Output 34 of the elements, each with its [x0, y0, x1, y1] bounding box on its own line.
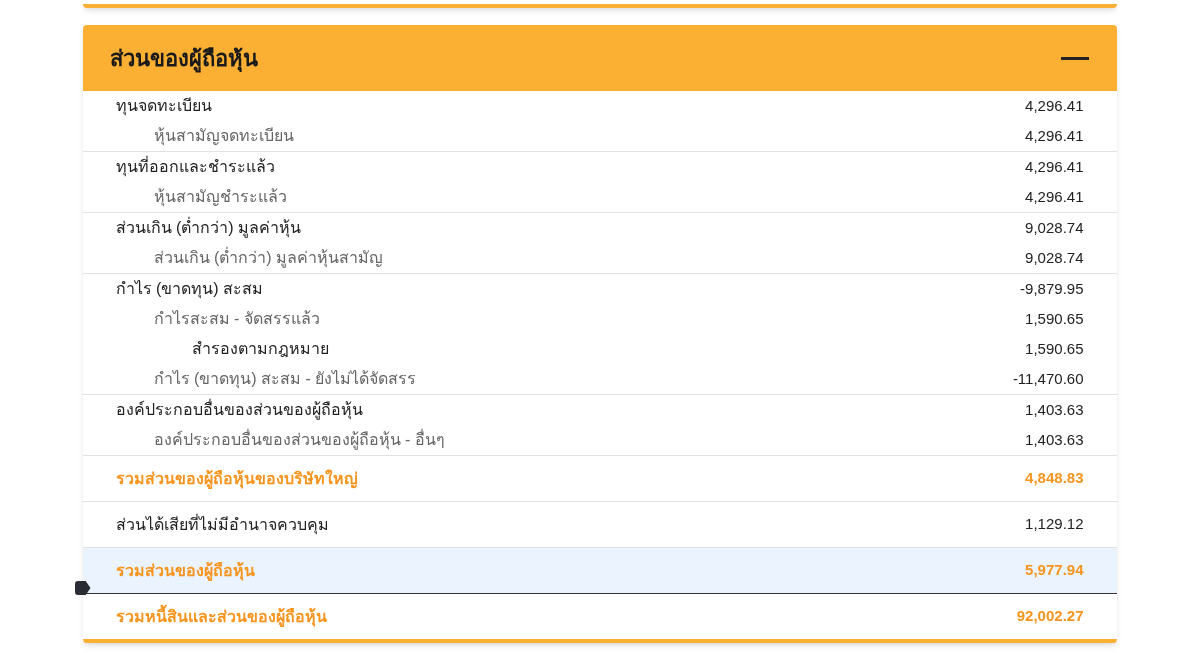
row-value: 5,977.94 [1025, 560, 1084, 581]
row-value: 1,590.65 [1025, 308, 1084, 329]
row-label: หุ้นสามัญชำระแล้ว [152, 187, 287, 209]
row-value: 1,403.63 [1025, 429, 1084, 450]
row-label: ส่วนเกิน (ต่ำกว่า) มูลค่าหุ้น [114, 216, 302, 240]
row-value: 4,296.41 [1025, 95, 1084, 116]
row-value: 4,296.41 [1025, 156, 1084, 177]
row-label: องค์ประกอบอื่นของส่วนของผู้ถือหุ้น [114, 398, 363, 422]
panel-title: ส่วนของผู้ถือหุ้น [109, 44, 258, 75]
drag-handle-icon[interactable] [74, 581, 91, 595]
row-value: 4,296.41 [1025, 186, 1084, 207]
row-label: ทุนที่ออกและชำระแล้ว [114, 155, 275, 179]
row-label: ส่วนได้เสียที่ไม่มีอำนาจควบคุม [115, 513, 329, 537]
row-label: รวมส่วนของผู้ถือหุ้น [115, 560, 255, 583]
row-label: กำไรสะสม - จัดสรรแล้ว [152, 309, 320, 329]
row-label: องค์ประกอบอื่นของส่วนของผู้ถือหุ้น - อื่นๆ [152, 428, 445, 452]
row-label: กำไร (ขาดทุน) สะสม [114, 279, 264, 301]
row-label: รวมส่วนของผู้ถือหุ้นของบริษัทใหญ่ [115, 468, 358, 491]
row-value: 4,296.41 [1025, 125, 1084, 146]
row-value: 1,129.12 [1025, 514, 1084, 535]
row-label: กำไร (ขาดทุน) สะสม - ยังไม่ได้จัดสรร [152, 369, 417, 391]
row-label: สำรองตามกฎหมาย [190, 339, 329, 359]
row-value: 9,028.74 [1025, 217, 1084, 238]
row-value: -11,470.60 [1012, 368, 1084, 389]
row-label: หุ้นสามัญจดทะเบียน [152, 126, 294, 148]
row-value: 9,028.74 [1025, 247, 1084, 268]
row-label: รวมหนี้สินและส่วนของผู้ถือหุ้น [115, 604, 327, 629]
row-value: 4,848.83 [1025, 468, 1084, 489]
row-value: 92,002.27 [1016, 606, 1084, 627]
row-value: 1,590.65 [1025, 338, 1084, 359]
row-label: ทุนจดทะเบียน [114, 96, 212, 118]
row-value: 1,403.63 [1025, 399, 1084, 420]
row-value: -9,879.95 [1020, 278, 1084, 299]
row-label: ส่วนเกิน (ต่ำกว่า) มูลค่าหุ้นสามัญ [152, 246, 384, 270]
